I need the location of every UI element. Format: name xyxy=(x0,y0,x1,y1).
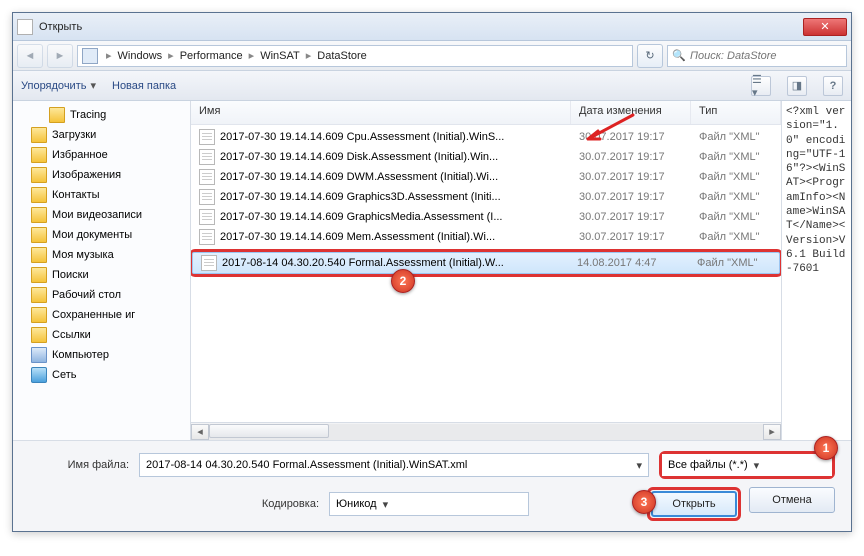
toolbar: Упорядочить▾ Новая папка ☰ ▾ ◨ ? xyxy=(13,71,851,101)
file-type-filter[interactable]: Все файлы (*.*) xyxy=(662,454,832,476)
col-name[interactable]: Имя xyxy=(191,101,571,124)
crumb-2[interactable]: WinSAT xyxy=(256,50,304,62)
col-date[interactable]: Дата изменения xyxy=(571,101,691,124)
file-icon xyxy=(199,189,215,205)
preview-pane: <?xml version="1.0" encoding="UTF-16"?><… xyxy=(781,101,851,440)
refresh-button[interactable]: ↻ xyxy=(637,44,663,68)
annotation-badge-2: 2 xyxy=(391,269,415,293)
tree-item[interactable]: Мои документы xyxy=(13,225,190,245)
filename-input[interactable] xyxy=(139,453,649,477)
nav-tree[interactable]: TracingЗагрузкиИзбранноеИзображенияКонта… xyxy=(13,101,191,440)
address-bar[interactable]: ▸ Windows▸ Performance▸ WinSAT▸ DataStor… xyxy=(77,45,633,67)
tree-item[interactable]: Tracing xyxy=(13,105,190,125)
help-button[interactable]: ? xyxy=(823,76,843,96)
folder-icon xyxy=(31,127,47,143)
file-icon xyxy=(201,255,217,271)
file-row[interactable]: 2017-08-14 04.30.20.540 Formal.Assessmen… xyxy=(192,252,780,274)
search-input[interactable] xyxy=(690,50,842,62)
file-icon xyxy=(199,129,215,145)
tree-item[interactable]: Сохраненные иг xyxy=(13,305,190,325)
search-box[interactable]: 🔍 xyxy=(667,45,847,67)
preview-pane-button[interactable]: ◨ xyxy=(787,76,807,96)
window-title: Открыть xyxy=(39,21,803,33)
newfolder-button[interactable]: Новая папка xyxy=(112,80,176,92)
tree-item[interactable]: Сеть xyxy=(13,365,190,385)
cancel-button[interactable]: Отмена xyxy=(749,487,835,513)
crumb-1[interactable]: Performance xyxy=(176,50,247,62)
open-button[interactable]: Открыть xyxy=(651,491,737,517)
file-icon xyxy=(199,149,215,165)
file-row[interactable]: 2017-07-30 19.14.14.609 Graphics3D.Asses… xyxy=(191,187,781,207)
encoding-label: Кодировка: xyxy=(29,498,319,510)
file-list[interactable]: 2017-07-30 19.14.14.609 Cpu.Assessment (… xyxy=(191,125,781,422)
tree-item[interactable]: Контакты xyxy=(13,185,190,205)
computer-icon xyxy=(31,347,47,363)
tree-item[interactable]: Избранное xyxy=(13,145,190,165)
file-icon xyxy=(199,169,215,185)
titlebar: Открыть ✕ xyxy=(13,13,851,41)
file-row[interactable]: 2017-07-30 19.14.14.609 Disk.Assessment … xyxy=(191,147,781,167)
tree-item[interactable]: Ссылки xyxy=(13,325,190,345)
encoding-combo[interactable]: Юникод xyxy=(329,492,529,516)
annotation-badge-3: 3 xyxy=(632,490,656,514)
computer-icon xyxy=(82,48,98,64)
folder-icon xyxy=(31,327,47,343)
folder-icon xyxy=(31,267,47,283)
file-icon xyxy=(199,209,215,225)
h-scrollbar[interactable]: ◂▸ xyxy=(191,422,781,440)
file-icon xyxy=(199,229,215,245)
navbar: ◄ ► ▸ Windows▸ Performance▸ WinSAT▸ Data… xyxy=(13,41,851,71)
column-headers: Имя Дата изменения Тип xyxy=(191,101,781,125)
tree-item[interactable]: Загрузки xyxy=(13,125,190,145)
app-icon xyxy=(17,19,33,35)
organize-button[interactable]: Упорядочить▾ xyxy=(21,79,96,92)
annotation-badge-1: 1 xyxy=(814,436,838,460)
folder-icon xyxy=(31,287,47,303)
file-row[interactable]: 2017-07-30 19.14.14.609 Cpu.Assessment (… xyxy=(191,127,781,147)
folder-icon xyxy=(31,247,47,263)
folder-icon xyxy=(31,227,47,243)
search-icon: 🔍 xyxy=(672,49,686,63)
folder-icon xyxy=(31,207,47,223)
file-row[interactable]: 2017-07-30 19.14.14.609 DWM.Assessment (… xyxy=(191,167,781,187)
network-icon xyxy=(31,367,47,383)
filter-highlight: Все файлы (*.*) 1 xyxy=(659,451,835,479)
crumb-0[interactable]: Windows xyxy=(114,50,167,62)
tree-item[interactable]: Мои видеозаписи xyxy=(13,205,190,225)
crumb-3[interactable]: DataStore xyxy=(313,50,371,62)
file-row[interactable]: 2017-07-30 19.14.14.609 Mem.Assessment (… xyxy=(191,227,781,247)
forward-button[interactable]: ► xyxy=(47,44,73,68)
view-button[interactable]: ☰ ▾ xyxy=(751,76,771,96)
folder-icon xyxy=(31,307,47,323)
folder-icon xyxy=(31,187,47,203)
back-button[interactable]: ◄ xyxy=(17,44,43,68)
folder-icon xyxy=(31,167,47,183)
filename-label: Имя файла: xyxy=(29,459,129,471)
file-row[interactable]: 2017-07-30 19.14.14.609 GraphicsMedia.As… xyxy=(191,207,781,227)
tree-item[interactable]: Поиски xyxy=(13,265,190,285)
folder-icon xyxy=(49,107,65,123)
tree-item[interactable]: Компьютер xyxy=(13,345,190,365)
close-button[interactable]: ✕ xyxy=(803,18,847,36)
tree-item[interactable]: Моя музыка xyxy=(13,245,190,265)
tree-item[interactable]: Рабочий стол xyxy=(13,285,190,305)
folder-icon xyxy=(31,147,47,163)
tree-item[interactable]: Изображения xyxy=(13,165,190,185)
col-type[interactable]: Тип xyxy=(691,101,781,124)
